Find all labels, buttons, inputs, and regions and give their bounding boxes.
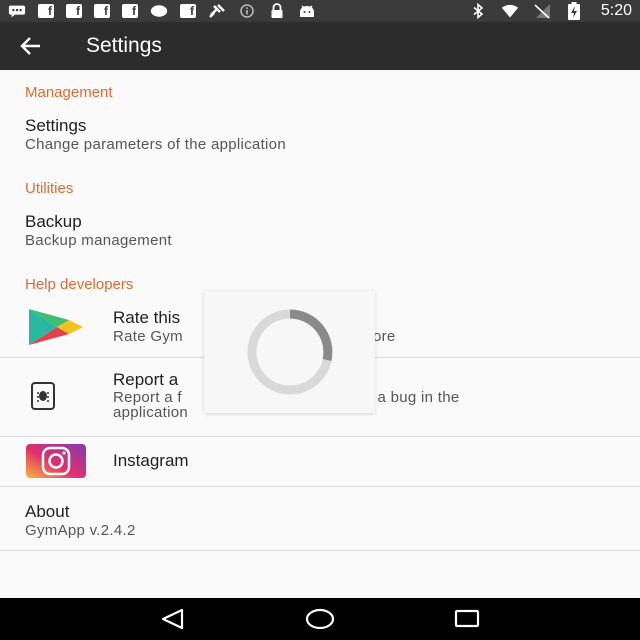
circle-icon (150, 4, 168, 18)
nav-recents-button[interactable] (447, 604, 487, 634)
phone-bug-icon (28, 382, 58, 415)
facebook-icon: f (180, 4, 196, 18)
loading-spinner (247, 309, 332, 395)
instagram-icon (25, 444, 87, 483)
back-triangle-icon (162, 608, 184, 630)
nav-back-button[interactable] (153, 604, 193, 634)
facebook-icon: f (94, 4, 110, 18)
clock: 5:20 (600, 2, 632, 19)
wifi-icon (501, 4, 519, 18)
preference-title: Backup (25, 212, 82, 231)
back-button[interactable] (16, 22, 46, 70)
facebook-icon: f (122, 4, 138, 18)
system-icons: 5:20 (469, 2, 632, 20)
navigation-bar (0, 598, 640, 640)
section-header-management: Management (25, 84, 113, 101)
arrow-back-icon (20, 37, 40, 55)
preference-title: Instagram (113, 451, 189, 470)
facebook-icon: f (38, 4, 54, 18)
lock-icon (268, 3, 286, 18)
preference-title: About (25, 502, 70, 521)
app-bar: Settings (0, 22, 640, 70)
recents-square-icon (454, 609, 479, 628)
divider (0, 486, 640, 487)
facebook-icon: f (66, 4, 82, 18)
section-header-utilities: Utilities (25, 180, 74, 197)
summary-start: Rate Gym (113, 328, 183, 345)
preference-summary: Change parameters of the application (25, 136, 286, 153)
summary-end: ore (373, 328, 396, 345)
no-signal-icon (533, 4, 551, 19)
page-title: Settings (86, 34, 162, 57)
backup-preference[interactable]: Backup Backup management (0, 212, 640, 252)
android-icon (298, 4, 316, 18)
preference-summary: Backup management (25, 232, 172, 249)
nav-home-button[interactable] (300, 604, 340, 634)
preference-title: Settings (25, 116, 87, 135)
status-bar: f f f f f 5:20 (0, 0, 640, 22)
instagram-preference[interactable]: Instagram (0, 437, 640, 486)
satellite-icon (208, 4, 226, 18)
section-header-help: Help developers (25, 276, 134, 293)
notification-icons: f f f f f (8, 3, 316, 18)
divider (0, 550, 640, 551)
battery-charging-icon (565, 2, 583, 20)
bluetooth-icon (469, 3, 487, 19)
settings-preference[interactable]: Settings Change parameters of the applic… (0, 116, 640, 156)
play-store-icon (25, 308, 85, 351)
loading-dialog (204, 291, 375, 413)
info-icon (238, 4, 256, 18)
home-circle-icon (305, 608, 335, 630)
about-preference[interactable]: About GymApp v.2.4.2 (0, 502, 640, 548)
preference-summary: GymApp v.2.4.2 (25, 522, 136, 539)
chat-icon (8, 4, 26, 18)
